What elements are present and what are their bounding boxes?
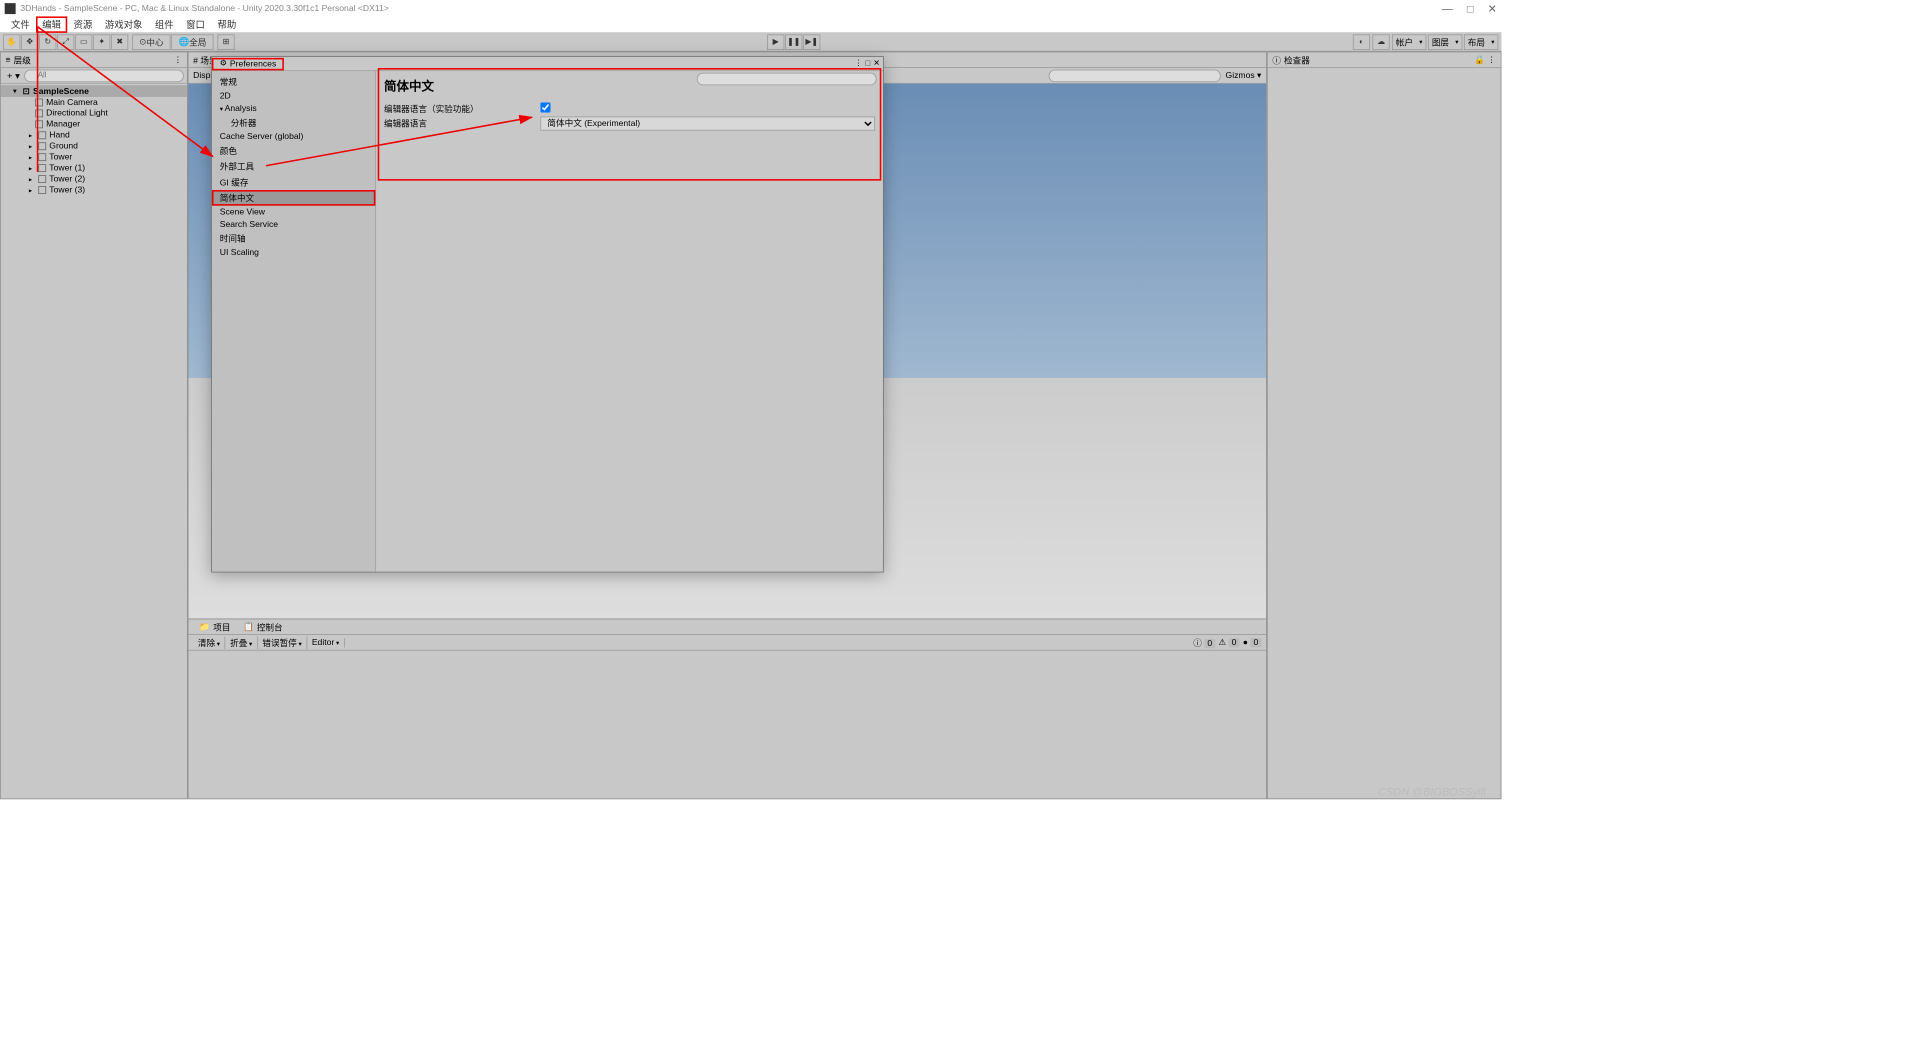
gizmos-dropdown[interactable]: Gizmos ▾ (1226, 70, 1262, 80)
account-dropdown[interactable]: 帐户 (1392, 34, 1426, 50)
preferences-search-input[interactable] (697, 73, 877, 86)
hierarchy-node[interactable]: Main Camera (1, 97, 187, 108)
menu-gameobject[interactable]: 游戏对象 (99, 16, 149, 32)
pref-item-timeline[interactable]: 时间轴 (212, 231, 375, 247)
info-count-icon[interactable]: ⓘ 0 (1193, 636, 1215, 649)
console-collapse-button[interactable]: 折叠 (225, 636, 257, 649)
pref-menu-icon[interactable]: ⋮ (854, 59, 862, 68)
hierarchy-node[interactable]: ▸Tower (3) (1, 185, 187, 196)
pref-close-icon[interactable]: ✕ (873, 59, 880, 68)
pref-item-general[interactable]: 常规 (212, 74, 375, 90)
menubar: 文件 编辑 资源 游戏对象 组件 窗口 帮助 (0, 17, 1501, 33)
window-titlebar: 3DHands - SampleScene - PC, Mac & Linux … (0, 0, 1501, 17)
console-error-pause-button[interactable]: 错误暂停 (258, 636, 307, 649)
menu-component[interactable]: 组件 (149, 16, 180, 32)
menu-edit[interactable]: 编辑 (36, 16, 67, 32)
custom-tool-button[interactable]: ✖ (111, 34, 128, 50)
pref-item-uiscaling[interactable]: UI Scaling (212, 246, 375, 259)
inspector-tab[interactable]: ⓘ 检查器 (1272, 54, 1310, 67)
console-tab[interactable]: 📋 控制台 (237, 621, 289, 634)
pref-item-external[interactable]: 外部工具 (212, 159, 375, 175)
collab-button[interactable]: ◐ (1353, 34, 1370, 50)
console-clear-button[interactable]: 清除 (193, 636, 225, 649)
hierarchy-add-button[interactable]: + ▾ (4, 70, 23, 81)
watermark-text: CSDN @BIGBOSSyifi (1378, 785, 1486, 798)
hierarchy-menu-icon[interactable]: ⋮ (174, 55, 183, 65)
hierarchy-tab[interactable]: ≡ 层级 (5, 54, 30, 67)
pref-item-analysis[interactable]: Analysis (212, 102, 375, 115)
hierarchy-node[interactable]: ▸Tower (1, 152, 187, 163)
scale-tool-button[interactable]: ⤢ (57, 34, 74, 50)
menu-help[interactable]: 帮助 (211, 16, 242, 32)
unity-icon (5, 3, 16, 14)
window-title: 3DHands - SampleScene - PC, Mac & Linux … (20, 4, 389, 13)
pref-item-colors[interactable]: 颜色 (212, 143, 375, 159)
snap-button[interactable]: ⊞ (217, 34, 234, 50)
hierarchy-node[interactable]: Directional Light (1, 108, 187, 119)
hierarchy-node[interactable]: Manager (1, 119, 187, 130)
minimize-button[interactable]: — (1442, 2, 1453, 15)
inspector-menu-icon[interactable]: 🔒 ⋮ (1474, 55, 1496, 65)
main-toolbar: ✋ ✥ ↻ ⤢ ▭ ✦ ✖ ⊙ 中心 🌐 全局 ⊞ ▶ ❚❚ ▶❚ ◐ ☁ 帐户… (0, 33, 1501, 52)
preferences-window: ⚙ Preferences ⋮ □ ✕ 常规 2D Analysis 分析器 C… (211, 56, 884, 572)
pref-item-sceneview[interactable]: Scene View (212, 206, 375, 219)
pivot-rotation-button[interactable]: 🌐 全局 (171, 34, 213, 50)
menu-window[interactable]: 窗口 (180, 16, 211, 32)
rect-tool-button[interactable]: ▭ (75, 34, 92, 50)
gear-icon: ⚙ (220, 59, 227, 68)
hierarchy-search-input[interactable] (25, 69, 184, 82)
project-console-panel: 📁 项目 📋 控制台 清除 折叠 错误暂停 Editor ⓘ 0 ⚠ 0 ● 0 (188, 619, 1266, 799)
pref-item-profiler[interactable]: 分析器 (212, 115, 375, 131)
layers-dropdown[interactable]: 图层 (1428, 34, 1462, 50)
warn-count-icon[interactable]: ⚠ 0 (1218, 637, 1239, 647)
console-editor-button[interactable]: Editor (307, 638, 345, 647)
pref-item-gi[interactable]: GI 缓存 (212, 174, 375, 190)
layout-dropdown[interactable]: 布局 (1464, 34, 1498, 50)
pref-item-search[interactable]: Search Service (212, 218, 375, 231)
hierarchy-node[interactable]: ▸Tower (1) (1, 163, 187, 174)
move-tool-button[interactable]: ✥ (21, 34, 38, 50)
pref-lang-exp-label: 编辑器语言（实验功能） (384, 102, 540, 115)
pref-item-chinese[interactable]: 简体中文 (212, 190, 375, 206)
menu-assets[interactable]: 资源 (67, 16, 98, 32)
pivot-mode-button[interactable]: ⊙ 中心 (132, 34, 170, 50)
preferences-content: 简体中文 编辑器语言（实验功能） 编辑器语言 简体中文 (Experimenta… (376, 71, 883, 571)
hierarchy-node[interactable]: ▸Hand (1, 130, 187, 141)
pause-button[interactable]: ❚❚ (785, 34, 802, 50)
hierarchy-panel: ≡ 层级 ⋮ + ▾ ⊡ SampleScene Main Camera Dir… (0, 52, 188, 800)
hierarchy-node[interactable]: ▸Tower (2) (1, 174, 187, 185)
rotate-tool-button[interactable]: ↻ (39, 34, 56, 50)
pref-item-cache[interactable]: Cache Server (global) (212, 131, 375, 144)
transform-tool-button[interactable]: ✦ (93, 34, 110, 50)
scene-root-node[interactable]: ⊡ SampleScene (1, 85, 187, 97)
hierarchy-tree[interactable]: ⊡ SampleScene Main Camera Directional Li… (1, 84, 187, 799)
cloud-button[interactable]: ☁ (1372, 34, 1389, 50)
inspector-panel: ⓘ 检查器 🔒 ⋮ (1267, 52, 1502, 800)
pref-item-2d[interactable]: 2D (212, 90, 375, 103)
error-count-icon[interactable]: ● 0 (1243, 638, 1262, 647)
pref-lang-label: 编辑器语言 (384, 117, 540, 130)
close-button[interactable]: ✕ (1488, 2, 1497, 15)
hierarchy-node[interactable]: ▸Ground (1, 141, 187, 152)
step-button[interactable]: ▶❚ (803, 34, 820, 50)
pref-lang-exp-checkbox[interactable] (540, 102, 550, 112)
project-tab[interactable]: 📁 项目 (193, 621, 237, 634)
menu-file[interactable]: 文件 (5, 16, 36, 32)
pref-maximize-icon[interactable]: □ (865, 59, 870, 68)
scene-search-input[interactable] (1049, 69, 1221, 82)
preferences-tab[interactable]: ⚙ Preferences (212, 57, 284, 70)
pref-lang-dropdown[interactable]: 简体中文 (Experimental) (540, 117, 875, 131)
play-button[interactable]: ▶ (767, 34, 784, 50)
preferences-sidebar: 常规 2D Analysis 分析器 Cache Server (global)… (212, 71, 376, 571)
hand-tool-button[interactable]: ✋ (3, 34, 20, 50)
maximize-button[interactable]: □ (1467, 2, 1474, 15)
